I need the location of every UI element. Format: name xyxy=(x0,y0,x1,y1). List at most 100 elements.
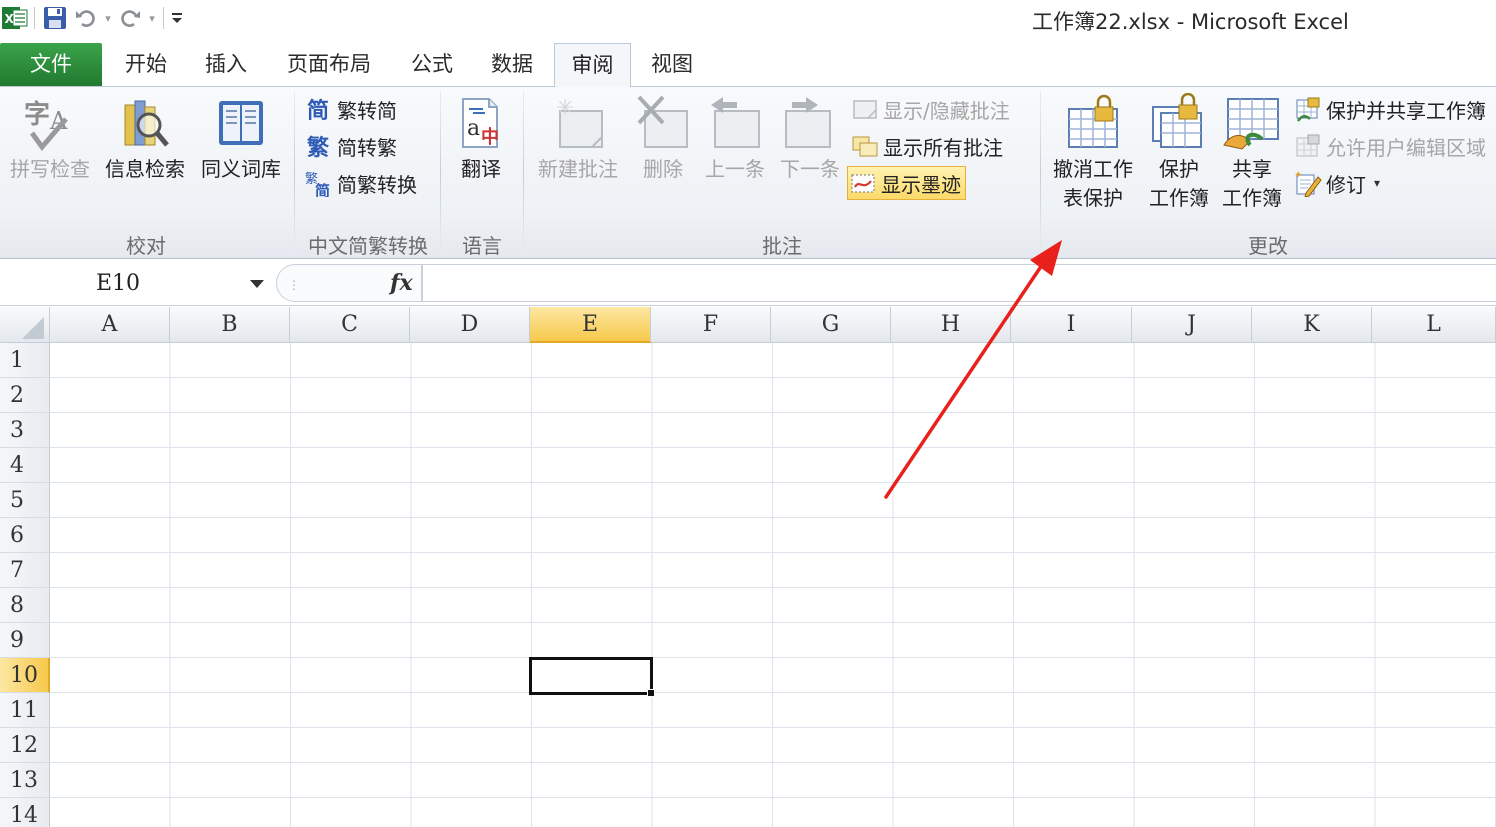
chinese-conversion-button[interactable]: 繁简 简繁转换 xyxy=(304,166,417,200)
share-workbook-label-1: 共享 xyxy=(1232,157,1272,181)
select-all-button[interactable] xyxy=(0,307,50,343)
insert-function-button[interactable]: fx xyxy=(390,270,413,296)
unprotect-sheet-button[interactable]: 撤消工作 表保护 xyxy=(1044,91,1142,213)
column-header-l[interactable]: L xyxy=(1372,307,1496,343)
to-traditional-label: 简转繁 xyxy=(337,135,397,160)
share-workbook-button[interactable]: 共享 工作簿 xyxy=(1216,91,1288,213)
tab-page-layout[interactable]: 页面布局 xyxy=(274,43,384,86)
redo-icon[interactable] xyxy=(115,4,145,32)
row-header-3[interactable]: 3 xyxy=(0,413,50,448)
allow-edit-ranges-icon xyxy=(1293,131,1323,161)
undo-icon[interactable] xyxy=(71,4,101,32)
track-changes-dropdown-icon[interactable]: ▾ xyxy=(1374,176,1380,190)
previous-comment-button[interactable]: 上一条 xyxy=(700,91,770,184)
show-ink-label: 显示墨迹 xyxy=(881,172,961,197)
row-header-11[interactable]: 11 xyxy=(0,693,50,728)
row-header-7[interactable]: 7 xyxy=(0,553,50,588)
group-label-chinese-conversion: 中文简繁转换 xyxy=(308,234,428,258)
unprotect-sheet-label-2: 表保护 xyxy=(1063,186,1123,210)
protect-workbook-label-2: 工作簿 xyxy=(1149,186,1209,210)
column-header-j[interactable]: J xyxy=(1132,307,1252,343)
redo-dropdown-icon[interactable]: ▾ xyxy=(145,4,159,32)
to-simplified-button[interactable]: 简 繁转简 xyxy=(304,92,397,126)
row-header-2[interactable]: 2 xyxy=(0,378,50,413)
customize-qat-icon[interactable] xyxy=(168,4,186,32)
row-header-9[interactable]: 9 xyxy=(0,623,50,658)
tab-home[interactable]: 开始 xyxy=(110,43,182,86)
qat-separator xyxy=(163,7,164,29)
tab-view[interactable]: 视图 xyxy=(636,43,708,86)
row-header-14[interactable]: 14 xyxy=(0,798,50,827)
cell-area[interactable] xyxy=(50,343,1496,827)
column-header-h[interactable]: H xyxy=(891,307,1011,343)
tab-insert[interactable]: 插入 xyxy=(190,43,262,86)
traditional-to-simplified-icon: 简 xyxy=(304,94,334,124)
column-header-c[interactable]: C xyxy=(290,307,410,343)
simplified-to-traditional-icon: 繁 xyxy=(304,131,334,161)
tab-file[interactable]: 文件 xyxy=(0,43,102,86)
tab-data[interactable]: 数据 xyxy=(476,43,548,86)
fill-handle[interactable] xyxy=(647,689,655,697)
row-header-10[interactable]: 10 xyxy=(0,658,50,693)
worksheet-grid: A B C D E F G H I J K L 1 2 3 4 5 6 7 8 … xyxy=(0,307,1496,827)
thesaurus-book-icon xyxy=(194,91,288,155)
undo-dropdown-icon[interactable]: ▾ xyxy=(101,4,115,32)
thesaurus-button[interactable]: 同义词库 xyxy=(194,91,288,184)
row-header-4[interactable]: 4 xyxy=(0,448,50,483)
next-comment-button[interactable]: 下一条 xyxy=(774,91,846,184)
column-header-k[interactable]: K xyxy=(1252,307,1372,343)
svg-text:a: a xyxy=(467,116,480,141)
row-header-6[interactable]: 6 xyxy=(0,518,50,553)
tab-review[interactable]: 审阅 xyxy=(554,43,631,87)
column-header-a[interactable]: A xyxy=(50,307,170,343)
tab-formulas[interactable]: 公式 xyxy=(396,43,468,86)
title-bar: X ▾ ▾ 工作簿22.xlsx - Microsoft Excel xyxy=(0,0,1496,40)
formula-input[interactable] xyxy=(422,264,1496,302)
translate-button[interactable]: a中 翻译 xyxy=(446,91,516,184)
show-ink-button[interactable]: 显示墨迹 xyxy=(847,166,966,200)
show-hide-comment-button[interactable]: 显示/隐藏批注 xyxy=(850,92,1010,126)
protect-share-icon xyxy=(1293,94,1323,124)
column-header-b[interactable]: B xyxy=(170,307,290,343)
column-header-d[interactable]: D xyxy=(410,307,530,343)
active-cell-e10[interactable] xyxy=(529,657,653,695)
row-header-12[interactable]: 12 xyxy=(0,728,50,763)
translate-icon: a中 xyxy=(446,91,516,155)
track-changes-label: 修订 xyxy=(1326,172,1366,197)
protect-workbook-button[interactable]: 保护 工作簿 xyxy=(1142,91,1216,213)
group-label-changes: 更改 xyxy=(1248,234,1288,258)
show-hide-comment-label: 显示/隐藏批注 xyxy=(883,98,1010,123)
new-comment-button[interactable]: ✳ 新建批注 xyxy=(530,91,626,184)
save-icon[interactable] xyxy=(39,4,71,32)
name-box[interactable]: E10 xyxy=(0,268,272,300)
spelling-button[interactable]: 字A 拼写检查 xyxy=(2,91,98,184)
formula-bar: E10 ⋮ fx xyxy=(0,260,1496,306)
research-button[interactable]: 信息检索 xyxy=(98,91,192,184)
show-all-comments-button[interactable]: 显示所有批注 xyxy=(850,129,1003,163)
column-header-f[interactable]: F xyxy=(651,307,771,343)
protect-share-label: 保护并共享工作簿 xyxy=(1326,98,1486,123)
spelling-label: 拼写检查 xyxy=(10,157,90,181)
row-header-8[interactable]: 8 xyxy=(0,588,50,623)
name-box-dropdown-icon[interactable] xyxy=(250,280,264,288)
svg-text:繁: 繁 xyxy=(307,135,330,160)
row-header-5[interactable]: 5 xyxy=(0,483,50,518)
delete-comment-button[interactable]: 删除 xyxy=(630,91,696,184)
excel-logo-icon[interactable]: X xyxy=(0,4,30,32)
to-simplified-label: 繁转简 xyxy=(337,98,397,123)
to-traditional-button[interactable]: 繁 简转繁 xyxy=(304,129,397,163)
column-header-g[interactable]: G xyxy=(771,307,891,343)
track-changes-icon: ✦ xyxy=(1293,168,1323,198)
delete-comment-icon xyxy=(630,91,696,155)
protect-share-button[interactable]: 保护并共享工作簿 xyxy=(1293,92,1486,126)
column-header-e[interactable]: E xyxy=(530,307,651,343)
delete-comment-label: 删除 xyxy=(643,157,683,181)
formula-bar-grip-icon[interactable]: ⋮ xyxy=(288,278,300,292)
row-header-13[interactable]: 13 xyxy=(0,763,50,798)
track-changes-button[interactable]: ✦ 修订 ▾ xyxy=(1293,166,1380,200)
protect-workbook-label-1: 保护 xyxy=(1159,157,1199,181)
thesaurus-label: 同义词库 xyxy=(201,157,281,181)
allow-edit-ranges-button[interactable]: 允许用户编辑区域 xyxy=(1293,129,1486,163)
column-header-i[interactable]: I xyxy=(1011,307,1132,343)
row-header-1[interactable]: 1 xyxy=(0,343,50,378)
